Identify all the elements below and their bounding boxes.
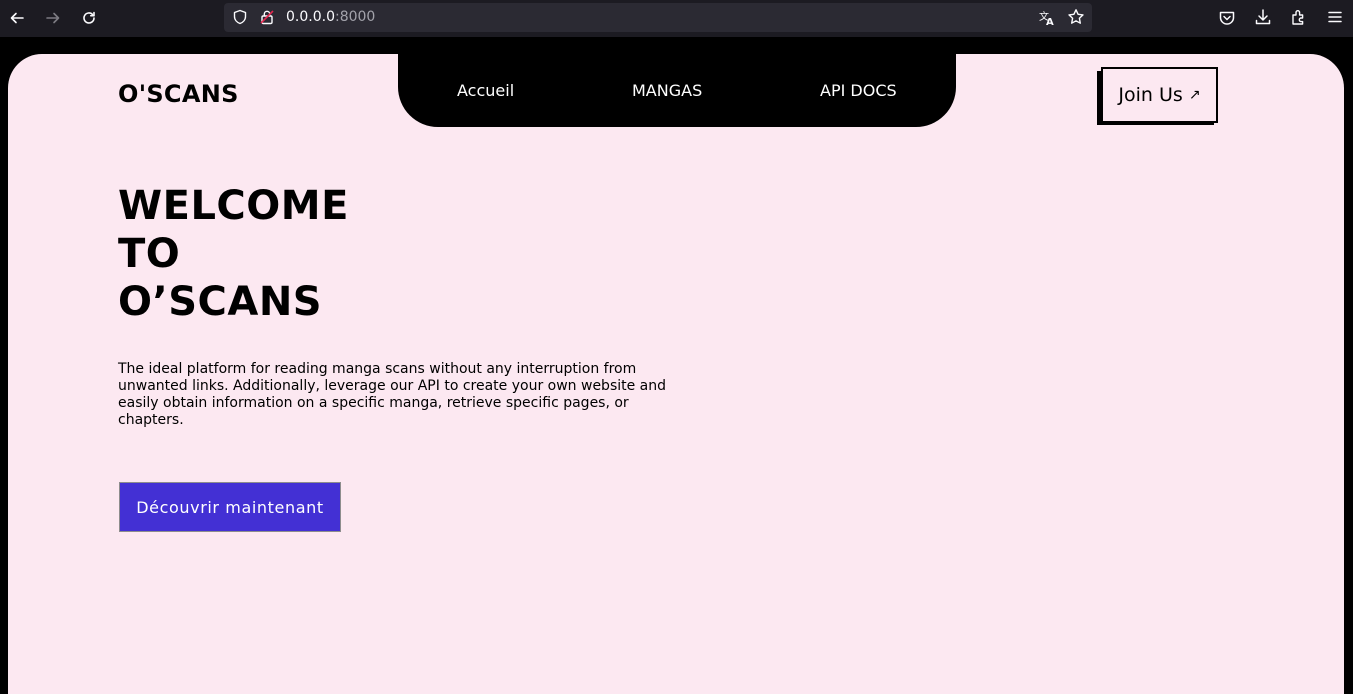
top-navigation: Accueil MANGAS API DOCS <box>398 54 956 127</box>
bookmark-star-icon[interactable] <box>1067 8 1085 26</box>
discover-now-button[interactable]: Découvrir maintenant <box>119 482 341 532</box>
join-us-button[interactable]: Join Us ↗ <box>1101 67 1218 123</box>
hero-title-line: WELCOME <box>118 183 349 229</box>
forward-button[interactable] <box>41 6 65 30</box>
nav-link-mangas[interactable]: MANGAS <box>632 81 702 100</box>
site-logo[interactable]: O'SCANS <box>118 80 239 108</box>
pocket-icon[interactable] <box>1218 9 1236 27</box>
downloads-icon[interactable] <box>1254 8 1272 26</box>
lock-icon[interactable] <box>259 9 275 25</box>
reload-icon <box>83 11 95 24</box>
hero-title: WELCOME TO O’SCANS <box>118 182 349 326</box>
url-host: 0.0.0.0 <box>286 9 335 25</box>
translate-icon[interactable]: 文 A <box>1038 9 1056 27</box>
url-port: :8000 <box>334 9 376 25</box>
hero-title-line: O’SCANS <box>118 279 323 325</box>
url-text[interactable]: 0.0.0.0:8000 <box>286 9 375 25</box>
reload-button[interactable] <box>77 6 101 30</box>
hero-description: The ideal platform for reading manga sca… <box>118 361 667 428</box>
arrow-right-icon <box>46 12 60 24</box>
url-bar[interactable]: 0.0.0.0:8000 文 A <box>224 3 1092 32</box>
svg-text:A: A <box>1046 17 1054 27</box>
hero-title-line: TO <box>118 231 181 277</box>
extensions-icon[interactable] <box>1290 8 1308 26</box>
arrow-left-icon <box>10 12 24 24</box>
nav-link-api-docs[interactable]: API DOCS <box>820 81 897 100</box>
shield-icon[interactable] <box>232 9 248 25</box>
arrow-up-right-icon: ↗ <box>1188 87 1201 103</box>
join-us-label: Join Us <box>1118 84 1183 106</box>
browser-toolbar: 0.0.0.0:8000 文 A <box>0 0 1353 37</box>
menu-icon[interactable] <box>1326 8 1344 26</box>
nav-link-accueil[interactable]: Accueil <box>457 81 514 100</box>
back-button[interactable] <box>5 6 29 30</box>
